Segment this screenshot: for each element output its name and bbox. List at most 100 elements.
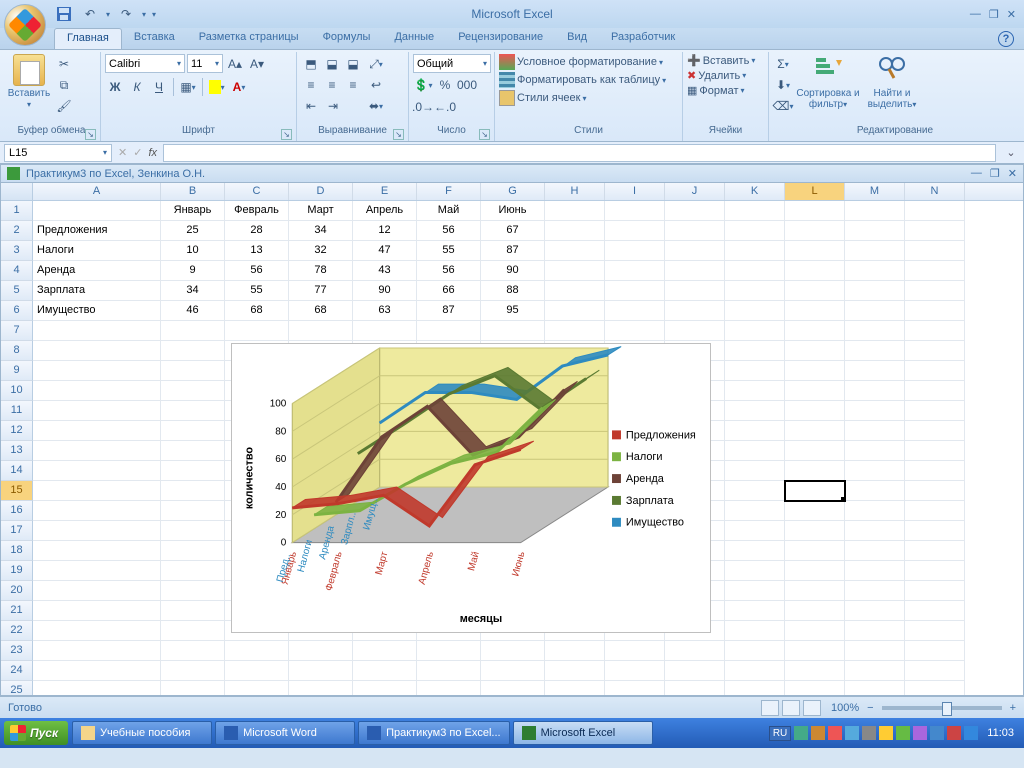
cell-M21[interactable]	[845, 601, 905, 621]
cell-L4[interactable]	[785, 261, 845, 281]
row-head-5[interactable]: 5	[1, 281, 33, 301]
tab-view[interactable]: Вид	[555, 28, 599, 49]
cell-N14[interactable]	[905, 461, 965, 481]
cell-N23[interactable]	[905, 641, 965, 661]
cell-E24[interactable]	[353, 661, 417, 681]
cell-D3[interactable]: 32	[289, 241, 353, 261]
row-head-24[interactable]: 24	[1, 661, 33, 681]
zoom-out-icon[interactable]: −	[867, 702, 873, 714]
minimize-icon[interactable]: —	[970, 8, 981, 21]
cell-C5[interactable]: 55	[225, 281, 289, 301]
cell-K6[interactable]	[725, 301, 785, 321]
cell-M25[interactable]	[845, 681, 905, 696]
cell-K15[interactable]	[725, 481, 785, 501]
cell-J7[interactable]	[665, 321, 725, 341]
cell-M15[interactable]	[845, 481, 905, 501]
cell-M10[interactable]	[845, 381, 905, 401]
cell-M19[interactable]	[845, 561, 905, 581]
cell-L25[interactable]	[785, 681, 845, 696]
cell-B23[interactable]	[161, 641, 225, 661]
row-head-16[interactable]: 16	[1, 501, 33, 521]
select-all-cell[interactable]	[1, 183, 33, 200]
cell-K23[interactable]	[725, 641, 785, 661]
cell-K25[interactable]	[725, 681, 785, 696]
cell-L6[interactable]	[785, 301, 845, 321]
tray-icon[interactable]	[828, 726, 842, 740]
row-head-3[interactable]: 3	[1, 241, 33, 261]
cell-F7[interactable]	[417, 321, 481, 341]
col-head-E[interactable]: E	[353, 183, 417, 200]
bold-button[interactable]: Ж	[105, 77, 125, 97]
cell-B13[interactable]	[161, 441, 225, 461]
cell-K10[interactable]	[725, 381, 785, 401]
cell-F2[interactable]: 56	[417, 221, 481, 241]
row-head-20[interactable]: 20	[1, 581, 33, 601]
cell-L8[interactable]	[785, 341, 845, 361]
col-head-I[interactable]: I	[605, 183, 665, 200]
cell-B25[interactable]	[161, 681, 225, 696]
cell-M2[interactable]	[845, 221, 905, 241]
cell-H7[interactable]	[545, 321, 605, 341]
cell-K22[interactable]	[725, 621, 785, 641]
cell-L10[interactable]	[785, 381, 845, 401]
cell-B20[interactable]	[161, 581, 225, 601]
cell-B19[interactable]	[161, 561, 225, 581]
autosum-icon[interactable]: Σ▾	[773, 54, 793, 74]
cell-D4[interactable]: 78	[289, 261, 353, 281]
clipboard-launcher-icon[interactable]: ↘	[85, 129, 96, 140]
cell-M8[interactable]	[845, 341, 905, 361]
cell-K24[interactable]	[725, 661, 785, 681]
tab-data[interactable]: Данные	[382, 28, 446, 49]
cell-A17[interactable]	[33, 521, 161, 541]
cell-L13[interactable]	[785, 441, 845, 461]
save-icon[interactable]	[54, 4, 74, 24]
row-head-2[interactable]: 2	[1, 221, 33, 241]
merge-icon[interactable]: ⬌▾	[366, 96, 386, 116]
paste-button[interactable]: Вставить ▾	[7, 54, 51, 110]
view-pagelayout-icon[interactable]	[782, 700, 800, 716]
cell-E23[interactable]	[353, 641, 417, 661]
cell-E5[interactable]: 90	[353, 281, 417, 301]
task-item[interactable]: Microsoft Word	[215, 721, 355, 745]
cell-G24[interactable]	[481, 661, 545, 681]
tab-pagelayout[interactable]: Разметка страницы	[187, 28, 311, 49]
cell-styles-button[interactable]: Стили ячеек▾	[499, 90, 587, 106]
cell-A6[interactable]: Имущество	[33, 301, 161, 321]
cell-K17[interactable]	[725, 521, 785, 541]
cell-C4[interactable]: 56	[225, 261, 289, 281]
cell-H2[interactable]	[545, 221, 605, 241]
conditional-formatting-button[interactable]: Условное форматирование▾	[499, 54, 663, 70]
cell-L19[interactable]	[785, 561, 845, 581]
cell-K16[interactable]	[725, 501, 785, 521]
cell-N19[interactable]	[905, 561, 965, 581]
border-icon[interactable]: ▦▾	[178, 77, 198, 97]
cell-G3[interactable]: 87	[481, 241, 545, 261]
cell-N7[interactable]	[905, 321, 965, 341]
cell-A23[interactable]	[33, 641, 161, 661]
cell-I3[interactable]	[605, 241, 665, 261]
cell-B12[interactable]	[161, 421, 225, 441]
cell-N21[interactable]	[905, 601, 965, 621]
col-head-F[interactable]: F	[417, 183, 481, 200]
cell-M4[interactable]	[845, 261, 905, 281]
cell-B6[interactable]: 46	[161, 301, 225, 321]
row-head-10[interactable]: 10	[1, 381, 33, 401]
cell-K4[interactable]	[725, 261, 785, 281]
cell-H4[interactable]	[545, 261, 605, 281]
formula-input[interactable]	[163, 144, 996, 162]
cell-E3[interactable]: 47	[353, 241, 417, 261]
cell-M13[interactable]	[845, 441, 905, 461]
cell-F1[interactable]: Май	[417, 201, 481, 221]
cell-K7[interactable]	[725, 321, 785, 341]
insert-cells-button[interactable]: ➕Вставить▾	[687, 54, 755, 67]
cell-B21[interactable]	[161, 601, 225, 621]
chart-object[interactable]: 020406080100ЯнварьФевральМартАпрельМайИю…	[231, 343, 711, 633]
cell-C3[interactable]: 13	[225, 241, 289, 261]
tray-icon[interactable]	[811, 726, 825, 740]
cell-D25[interactable]	[289, 681, 353, 696]
row-head-13[interactable]: 13	[1, 441, 33, 461]
cell-A13[interactable]	[33, 441, 161, 461]
enter-formula-icon[interactable]: ✓	[133, 146, 142, 159]
cell-D7[interactable]	[289, 321, 353, 341]
cell-K18[interactable]	[725, 541, 785, 561]
